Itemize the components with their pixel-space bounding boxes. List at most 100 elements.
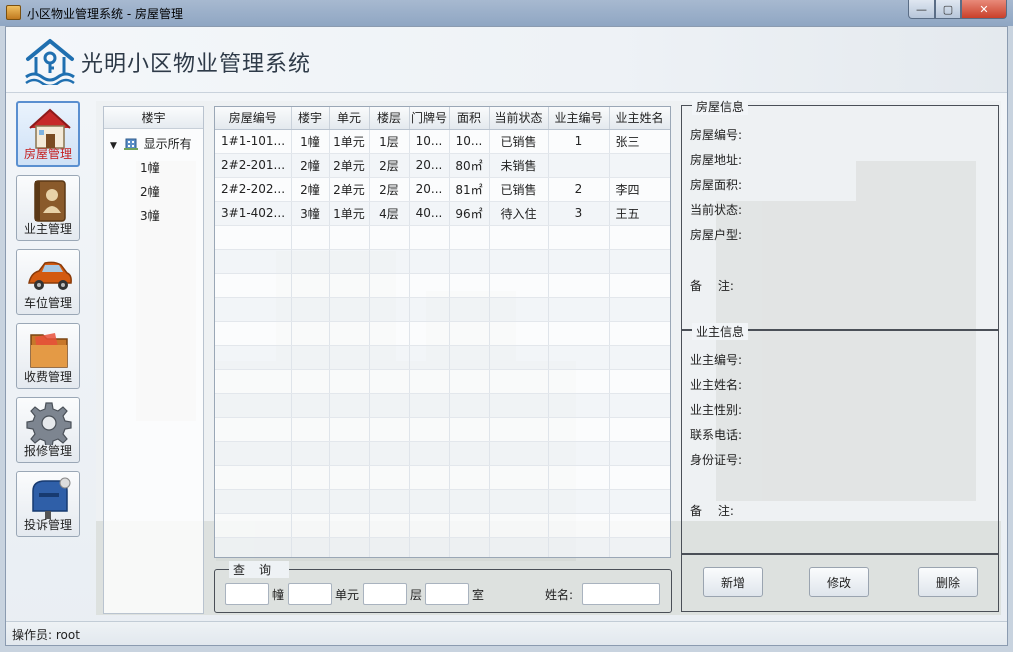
table-cell: 3幢 (291, 201, 330, 226)
table-cell: 待入住 (489, 201, 549, 226)
table-cell: 李四 (609, 177, 670, 202)
app-header: 光明小区物业管理系统 (6, 27, 1007, 93)
table-cell (609, 153, 670, 178)
table-row[interactable]: 2#2-202... 2幢 2单元 2层 20... 81㎡ 已销售 2 李四 (215, 177, 670, 202)
query-legend: 查询 (229, 561, 290, 578)
tree-item-building-3[interactable]: 3幢 (140, 206, 160, 226)
owner-gender-label: 业主性别: (690, 403, 743, 417)
table-row-empty (215, 537, 670, 557)
table-cell: 1#1-101... (215, 129, 292, 154)
table-row[interactable]: 2#2-201... 2幢 2单元 2层 20... 80㎡ 未销售 (215, 153, 670, 178)
column-header[interactable]: 业主编号 (548, 107, 610, 130)
table-cell: 已销售 (489, 129, 549, 154)
nav-complaint-management[interactable]: 投诉管理 (16, 471, 80, 537)
table-cell: 2幢 (291, 177, 330, 202)
nav-parking-management[interactable]: 车位管理 (16, 249, 80, 315)
building-tree: 楼宇 ▼ 显示所有 1幢 2幢 3幢 (103, 106, 204, 614)
house-info-panel: 房屋信息 房屋编号: 房屋地址: 房屋面积: 当前状态: 房屋户型: 备 注: (681, 98, 999, 330)
column-header[interactable]: 房屋编号 (215, 107, 292, 130)
table-row-empty (215, 369, 670, 394)
mailbox-icon (32, 477, 71, 519)
house-address-label: 房屋地址: (690, 153, 743, 167)
tree-header: 楼宇 (104, 107, 203, 129)
table-row-empty (215, 441, 670, 466)
building-number-input[interactable] (225, 583, 269, 605)
table-row-empty (215, 465, 670, 490)
owner-info-panel: 业主信息 业主编号: 业主姓名: 业主性别: 联系电话: 身份证号: 备 注: (681, 323, 999, 554)
owner-id-label: 业主编号: (690, 353, 743, 367)
table-row[interactable]: 1#1-101... 1幢 1单元 1层 10... 10... 已销售 1 张… (215, 129, 670, 154)
title-bar: 小区物业管理系统 - 房屋管理 — ▢ ✕ (0, 0, 1013, 26)
house-icon (29, 108, 71, 149)
query-group: 查询 幢 单元 层 室 姓名: (214, 561, 672, 613)
app-title: 光明小区物业管理系统 (81, 52, 312, 77)
close-button[interactable]: ✕ (961, 0, 1007, 19)
table-cell: 80㎡ (449, 153, 490, 178)
nav-house-management[interactable]: 房屋管理 (16, 101, 80, 167)
table-cell: 2层 (369, 153, 410, 178)
house-info-legend: 房屋信息 (692, 98, 749, 115)
table-row-empty (215, 249, 670, 274)
column-header[interactable]: 业主姓名 (609, 107, 670, 130)
table-cell: 81㎡ (449, 177, 490, 202)
house-status-label: 当前状态: (690, 203, 743, 217)
owner-name-input[interactable] (582, 583, 660, 605)
house-remark-label: 备 注: (690, 279, 734, 293)
name-label: 姓名: (545, 588, 574, 602)
table-row-empty (215, 297, 670, 322)
table-cell: 10... (449, 129, 490, 154)
table-cell: 未销售 (489, 153, 549, 178)
owner-phone-label: 联系电话: (690, 428, 743, 442)
tree-item-building-2[interactable]: 2幢 (140, 182, 160, 202)
table-cell: 3#1-402... (215, 201, 292, 226)
tree-root[interactable]: ▼ 显示所有 (110, 134, 192, 154)
column-header[interactable]: 当前状态 (489, 107, 549, 130)
building-icon (123, 138, 138, 150)
table-header-row: 房屋编号 楼宇 单元 楼层 门牌号 面积 当前状态 业主编号 业主姓名 (215, 107, 670, 130)
add-button[interactable]: 新增 (703, 567, 763, 597)
table-row[interactable]: 3#1-402... 3幢 1单元 4层 40... 96㎡ 待入住 3 王五 (215, 201, 670, 226)
table-cell: 2层 (369, 177, 410, 202)
column-header[interactable]: 面积 (449, 107, 490, 130)
nav-repair-management[interactable]: 报修管理 (16, 397, 80, 463)
tree-item-building-1[interactable]: 1幢 (140, 158, 160, 178)
column-header[interactable]: 单元 (329, 107, 370, 130)
app-window: 光明小区物业管理系统 房屋管理 业主管理 车位管理 收费管理 报修管理 投诉管理… (5, 26, 1008, 646)
maximize-button[interactable]: ▢ (935, 0, 961, 19)
floor-unit-label: 层 (410, 588, 423, 602)
operator-status: 操作员: root (12, 628, 80, 642)
minimize-button[interactable]: — (908, 0, 935, 19)
app-icon (6, 5, 21, 20)
nav-label: 报修管理 (23, 444, 72, 458)
table-cell: 20... (409, 153, 450, 178)
edit-button[interactable]: 修改 (809, 567, 869, 597)
table-cell (548, 153, 610, 178)
table-cell: 1 (548, 129, 610, 154)
delete-button[interactable]: 删除 (918, 567, 978, 597)
nav-label: 业主管理 (23, 222, 72, 236)
car-icon (28, 261, 72, 290)
address-book-icon (34, 180, 66, 222)
nav-fee-management[interactable]: 收费管理 (16, 323, 80, 389)
owner-remark-label: 备 注: (690, 504, 734, 518)
nav-label: 房屋管理 (23, 147, 72, 161)
unit-number-input[interactable] (288, 583, 332, 605)
status-bar: 操作员: root (6, 621, 1007, 645)
room-number-input[interactable] (425, 583, 469, 605)
table-cell: 1层 (369, 129, 410, 154)
table-row-empty (215, 393, 670, 418)
column-header[interactable]: 门牌号 (409, 107, 450, 130)
table-row-empty (215, 489, 670, 514)
gear-icon (26, 402, 72, 445)
nav-owner-management[interactable]: 业主管理 (16, 175, 80, 241)
table-cell: 10... (409, 129, 450, 154)
building-unit-label: 幢 (272, 588, 285, 602)
column-header[interactable]: 楼层 (369, 107, 410, 130)
column-header[interactable]: 楼宇 (291, 107, 330, 130)
floor-number-input[interactable] (363, 583, 407, 605)
folder-icon (30, 333, 68, 368)
expand-arrow-icon[interactable]: ▼ (110, 141, 117, 151)
table-cell: 2#2-202... (215, 177, 292, 202)
table-cell: 96㎡ (449, 201, 490, 226)
table-cell: 张三 (609, 129, 670, 154)
